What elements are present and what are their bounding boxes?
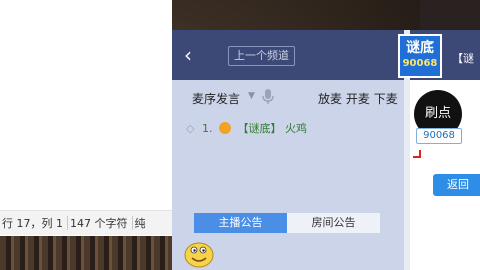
diamond-icon: ◇	[186, 122, 195, 135]
channel-panel: ‹ 上一个频道 麦序发言 ▼ 放麦 开麦 下麦 ◇ 1. 【谜底】 火鸡 主播公…	[172, 30, 404, 270]
prev-channel-button[interactable]: 上一个频道	[228, 46, 295, 66]
panel-header: ‹ 上一个频道	[172, 30, 404, 80]
background-image-strip	[0, 236, 172, 270]
mic-control-row: 麦序发言 ▼ 放麦 开麦 下麦	[172, 88, 404, 108]
background-window-edge	[420, 0, 480, 30]
microphone-icon[interactable]	[262, 89, 274, 105]
tab-room-announcement[interactable]: 房间公告	[287, 213, 380, 233]
open-mic-button[interactable]: 开麦	[346, 92, 370, 106]
queue-index: 1.	[201, 122, 213, 135]
chevron-down-icon[interactable]: ▼	[248, 91, 255, 101]
drop-mic-button[interactable]: 下麦	[374, 92, 398, 106]
queue-list-item[interactable]: ◇ 1. 【谜底】 火鸡	[186, 120, 307, 136]
cursor-position: 行 17，列 1	[2, 217, 63, 230]
release-mic-button[interactable]: 放麦	[318, 92, 342, 106]
emoji-face-icon	[218, 122, 231, 134]
queue-mode-select[interactable]: 麦序发言	[192, 90, 240, 107]
channel-name: 【谜	[452, 52, 474, 65]
queue-user-name: 火鸡	[284, 122, 307, 135]
channel-logo: 谜底 90068	[398, 34, 442, 78]
announcement-tabs: 主播公告 房间公告	[194, 213, 380, 233]
smiley-emoji-icon[interactable]	[184, 240, 214, 268]
corner-marker-icon	[413, 150, 421, 158]
logo-number: 90068	[402, 58, 438, 69]
back-arrow-icon[interactable]: ‹	[184, 44, 200, 66]
queue-user-tag: 【谜底】	[237, 122, 282, 135]
char-count: 147 个字符	[70, 217, 128, 230]
host-id-badge: 90068	[416, 128, 462, 144]
text-editor-window: 行 17，列 1 147 个字符 纯	[0, 0, 172, 236]
return-button[interactable]: 返回	[433, 174, 480, 196]
tab-host-announcement[interactable]: 主播公告	[194, 213, 287, 233]
text-format: 纯	[134, 217, 146, 230]
logo-title: 谜底	[406, 40, 434, 56]
editor-status-bar: 行 17，列 1 147 个字符 纯	[0, 210, 172, 235]
mic-actions: 放麦 开麦 下麦	[318, 90, 398, 107]
